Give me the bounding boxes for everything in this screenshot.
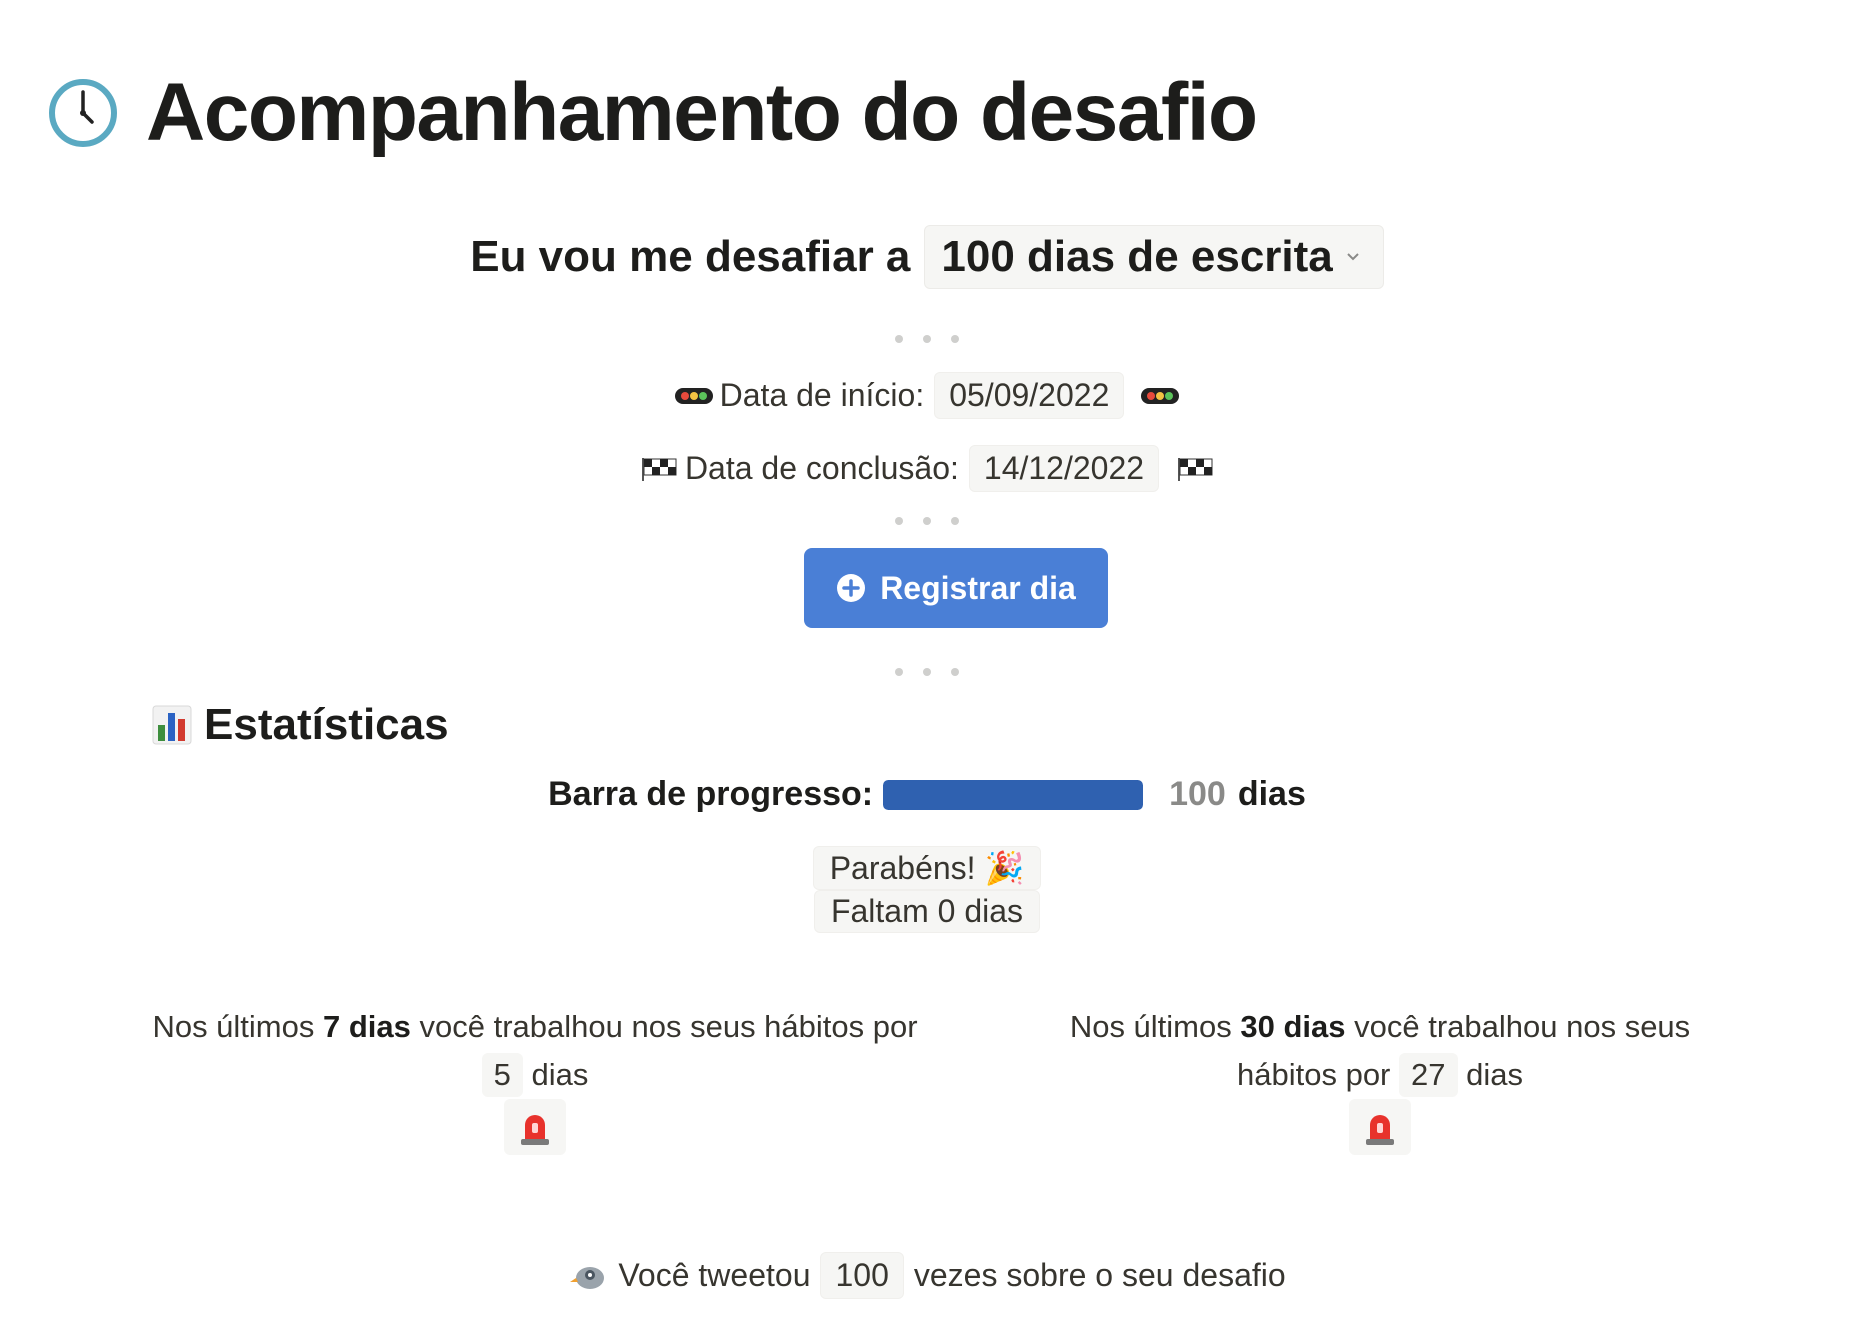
traffic-light-icon bbox=[674, 387, 713, 404]
clock-icon bbox=[49, 79, 117, 147]
tweet-prefix: Você tweetou bbox=[618, 1257, 811, 1293]
tweet-suffix: vezes sobre o seu desafio bbox=[913, 1257, 1286, 1293]
divider-dots bbox=[0, 508, 1854, 531]
chevron-down-icon bbox=[1347, 253, 1359, 261]
week-stat-count: 5 bbox=[481, 1053, 523, 1097]
congrats-message: Parabéns! 🎉 bbox=[812, 846, 1042, 890]
traffic-light-icon bbox=[1141, 387, 1180, 404]
progress-unit: dias bbox=[1237, 775, 1306, 813]
challenge-select-value: 100 dias de escrita bbox=[941, 232, 1333, 281]
register-day-label: Registrar dia bbox=[880, 569, 1076, 606]
progress-value: 100 bbox=[1169, 775, 1226, 813]
congrats-block: Parabéns! 🎉 Faltam 0 dias bbox=[0, 846, 1854, 933]
week-stat-middle: você trabalhou nos seus hábitos por bbox=[419, 1009, 918, 1044]
month-stat-prefix: Nos últimos bbox=[1069, 1009, 1232, 1044]
challenge-prefix: Eu vou me desafiar a bbox=[470, 232, 911, 281]
month-stat-count: 27 bbox=[1399, 1053, 1458, 1097]
statistics-title: Estatísticas bbox=[204, 700, 449, 749]
start-date-value[interactable]: 05/09/2022 bbox=[934, 372, 1125, 419]
week-stat-period: 7 dias bbox=[323, 1009, 411, 1044]
month-stat: Nos últimos 30 dias você trabalhou nos s… bbox=[1030, 1003, 1730, 1155]
progress-bar bbox=[883, 779, 1144, 810]
end-date-label: Data de conclusão: bbox=[684, 450, 959, 486]
page-header: Acompanhamento do desafio bbox=[48, 67, 1258, 158]
tweet-count: 100 bbox=[820, 1252, 904, 1299]
progress-row: Barra de progresso: 100 dias bbox=[0, 775, 1854, 814]
plus-circle-icon bbox=[837, 574, 866, 602]
week-stat-suffix: dias bbox=[531, 1057, 589, 1092]
police-light-icon bbox=[521, 1114, 549, 1145]
end-date-value[interactable]: 14/12/2022 bbox=[968, 445, 1160, 492]
police-light-icon bbox=[1366, 1114, 1394, 1145]
start-date-row: Data de início: 05/09/2022 bbox=[0, 372, 1854, 419]
page: Acompanhamento do desafio Eu vou me desa… bbox=[0, 0, 1854, 1330]
tweet-row: Você tweetou 100 vezes sobre o seu desaf… bbox=[0, 1252, 1854, 1299]
statistics-heading: Estatísticas bbox=[152, 700, 449, 750]
month-stat-suffix: dias bbox=[1466, 1057, 1523, 1092]
start-date-label: Data de início: bbox=[719, 377, 925, 413]
divider-dots bbox=[0, 659, 1854, 682]
page-title: Acompanhamento do desafio bbox=[146, 67, 1258, 158]
week-stat-prefix: Nos últimos bbox=[152, 1009, 315, 1044]
bird-icon bbox=[570, 1266, 605, 1289]
challenge-row: Eu vou me desafiar a 100 dias de escrita bbox=[0, 225, 1854, 289]
month-stat-period: 30 dias bbox=[1240, 1009, 1346, 1044]
end-date-row: Data de conclusão: 14/12/2022 bbox=[0, 445, 1854, 492]
challenge-select[interactable]: 100 dias de escrita bbox=[924, 225, 1384, 289]
register-day-button[interactable]: Registrar dia bbox=[804, 548, 1108, 628]
week-alert-badge bbox=[504, 1099, 566, 1155]
remaining-days: Faltam 0 dias bbox=[813, 890, 1041, 933]
divider-dots bbox=[0, 326, 1854, 349]
checkered-flag-icon bbox=[641, 457, 677, 481]
bar-chart-icon bbox=[152, 705, 192, 745]
checkered-flag-icon bbox=[1178, 457, 1213, 481]
week-stat: Nos últimos 7 dias você trabalhou nos se… bbox=[140, 1003, 930, 1155]
month-alert-badge bbox=[1349, 1099, 1411, 1155]
progress-label: Barra de progresso: bbox=[548, 775, 874, 813]
progress-bar-fill bbox=[883, 779, 1144, 810]
